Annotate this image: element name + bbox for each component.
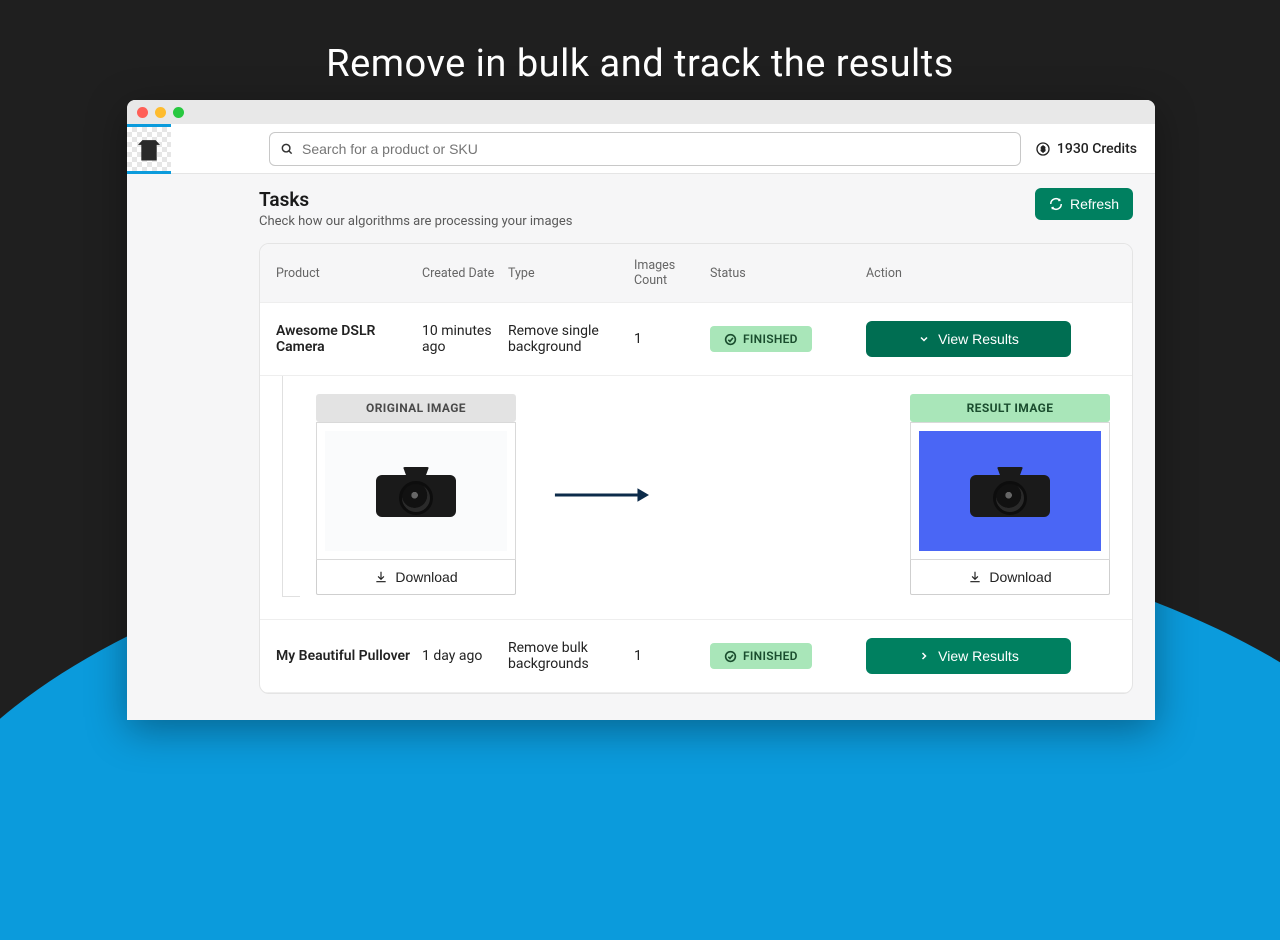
search-icon	[280, 142, 294, 156]
cell-created: 10 minutes ago	[422, 323, 502, 355]
credits-icon: $	[1035, 141, 1051, 157]
credits-label: 1930 Credits	[1057, 141, 1137, 157]
original-image-label: ORIGINAL IMAGE	[316, 394, 516, 422]
col-type: Type	[508, 266, 628, 281]
credits-badge[interactable]: $ 1930 Credits	[1035, 141, 1137, 157]
original-image	[325, 431, 507, 551]
search-input[interactable]	[269, 132, 1021, 166]
original-image-card: ORIGINAL IMAGE Download	[316, 394, 516, 595]
download-icon	[374, 570, 388, 584]
window-minimize-dot[interactable]	[155, 107, 166, 118]
task-expanded-panel: ORIGINAL IMAGE Download	[260, 376, 1132, 620]
cell-created: 1 day ago	[422, 648, 502, 664]
cell-images-count: 1	[634, 331, 704, 347]
download-original-button[interactable]: Download	[316, 560, 516, 595]
tasks-table: Product Created Date Type Images Count S…	[259, 243, 1133, 694]
cell-product: My Beautiful Pullover	[276, 648, 416, 664]
download-result-button[interactable]: Download	[910, 560, 1110, 595]
cell-product: Awesome DSLR Camera	[276, 323, 416, 355]
table-row: Awesome DSLR Camera 10 minutes ago Remov…	[260, 303, 1132, 376]
status-badge: FINISHED	[710, 326, 812, 352]
view-results-button[interactable]: View Results	[866, 638, 1071, 674]
svg-text:$: $	[1041, 144, 1045, 153]
cell-type: Remove bulk backgrounds	[508, 640, 628, 672]
chevron-right-icon	[918, 650, 930, 662]
result-image-label: RESULT IMAGE	[910, 394, 1110, 422]
col-created: Created Date	[422, 266, 502, 281]
status-badge: FINISHED	[710, 643, 812, 669]
app-logo	[127, 124, 171, 174]
window-titlebar	[127, 100, 1155, 124]
camera-icon	[970, 465, 1050, 517]
check-icon	[724, 333, 737, 346]
page-subtitle: Check how our algorithms are processing …	[259, 214, 572, 229]
refresh-label: Refresh	[1070, 196, 1119, 212]
col-status: Status	[710, 266, 860, 281]
window-zoom-dot[interactable]	[173, 107, 184, 118]
table-row: My Beautiful Pullover 1 day ago Remove b…	[260, 620, 1132, 693]
download-icon	[968, 570, 982, 584]
top-bar: $ 1930 Credits	[127, 124, 1155, 174]
search-field[interactable]	[302, 141, 1010, 157]
cell-type: Remove single background	[508, 323, 628, 355]
view-results-button[interactable]: View Results	[866, 321, 1071, 357]
page-content: Tasks Check how our algorithms are proce…	[127, 174, 1155, 720]
col-images: Images Count	[634, 258, 704, 288]
app-window: $ 1930 Credits Tasks Check how our algor…	[127, 100, 1155, 720]
check-icon	[724, 650, 737, 663]
result-image-card: RESULT IMAGE Download	[910, 394, 1110, 595]
window-close-dot[interactable]	[137, 107, 148, 118]
col-action: Action	[866, 266, 1116, 281]
chevron-down-icon	[918, 333, 930, 345]
hero-title: Remove in bulk and track the results	[0, 42, 1280, 86]
refresh-icon	[1049, 197, 1063, 211]
page-title: Tasks	[259, 188, 572, 211]
camera-icon	[376, 465, 456, 517]
col-product: Product	[276, 266, 416, 281]
cell-images-count: 1	[634, 648, 704, 664]
tshirt-icon	[127, 127, 171, 171]
table-header: Product Created Date Type Images Count S…	[260, 244, 1132, 303]
arrow-icon	[546, 485, 656, 505]
refresh-button[interactable]: Refresh	[1035, 188, 1133, 220]
result-image	[919, 431, 1101, 551]
